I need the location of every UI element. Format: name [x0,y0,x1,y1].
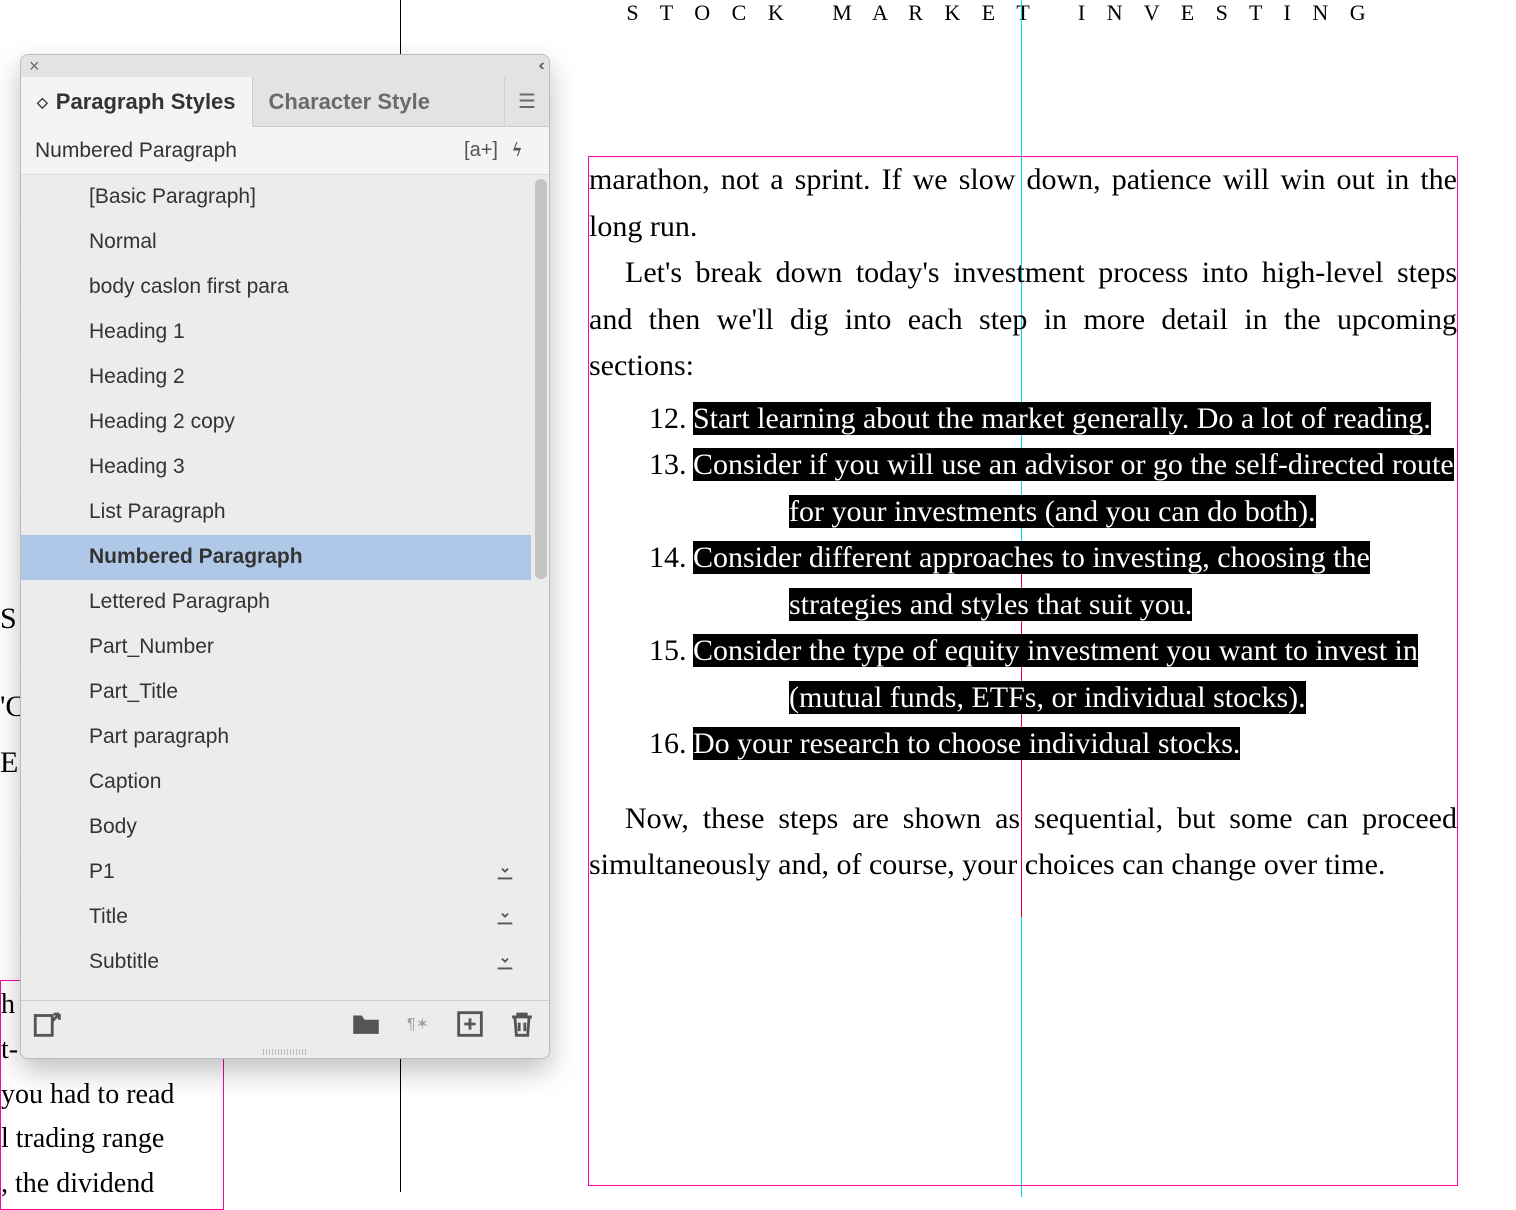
style-name: Heading 3 [89,455,519,479]
download-icon[interactable] [491,861,519,883]
current-style-readout: Numbered Paragraph [a+] ϟ [21,127,549,175]
style-name: Lettered Paragraph [89,590,519,614]
style-row[interactable]: List Paragraph [21,490,531,535]
style-row[interactable]: P1 [21,850,531,895]
style-row[interactable]: body caslon first para [21,265,531,310]
body-paragraph[interactable]: Let's break down today's investment proc… [589,250,1457,390]
panel-footer: ¶✶ [21,1000,549,1046]
tab-character-styles[interactable]: Character Style [253,77,505,126]
paragraph-styles-panel: × ‹‹ ◇ Paragraph Styles Character Style … [20,54,550,1059]
numbered-item[interactable]: 15.Consider the type of equity investmen… [589,628,1457,721]
style-name: Heading 1 [89,320,519,344]
numbered-item[interactable]: 14.Consider different approaches to inve… [589,535,1457,628]
numbered-item[interactable]: 16.Do your research to choose individual… [589,721,1457,768]
item-text[interactable]: Do your research to choose individual st… [789,721,1457,768]
style-name: P1 [89,860,491,884]
new-style-icon[interactable] [453,1009,487,1039]
clear-overrides-footer-icon[interactable]: ¶✶ [401,1009,435,1039]
panel-menu-icon[interactable]: ☰ [505,77,549,126]
body-paragraph[interactable]: marathon, not a sprint. If we slow down,… [589,157,1457,250]
tab-label: Paragraph Styles [56,89,236,115]
style-name: Part_Number [89,635,519,659]
numbered-item[interactable]: 12.Start learning about the market gener… [589,396,1457,443]
style-row[interactable]: Title [21,895,531,940]
style-name: Body [89,815,519,839]
style-row[interactable]: Part paragraph [21,715,531,760]
style-name: body caslon first para [89,275,519,299]
map-styles-icon[interactable] [31,1009,65,1039]
style-name: [Basic Paragraph] [89,185,519,209]
style-name: Part paragraph [89,725,519,749]
close-icon[interactable]: × [29,56,40,77]
style-name: Heading 2 [89,365,519,389]
item-text[interactable]: Consider the type of equity investment y… [789,628,1457,721]
style-row[interactable]: Heading 2 [21,355,531,400]
style-list: [Basic Paragraph] Normal body caslon first… [21,175,549,1000]
updown-icon: ◇ [37,98,48,106]
panel-titlebar[interactable]: × ‹‹ [21,55,549,77]
text-frame[interactable]: marathon, not a sprint. If we slow down,… [588,156,1458,1186]
folder-icon[interactable] [349,1009,383,1039]
style-name: Subtitle [89,950,491,974]
scrollbar-thumb[interactable] [535,179,547,579]
resize-grip[interactable] [21,1046,549,1058]
collapse-icon[interactable]: ‹‹ [538,57,541,75]
style-name: Numbered Paragraph [89,545,519,569]
clear-overrides-icon[interactable]: [a+] [463,139,499,162]
style-row[interactable]: [Basic Paragraph] [21,175,531,220]
item-text[interactable]: Consider different approaches to investi… [789,535,1457,628]
style-name: Normal [89,230,519,254]
tab-label: Character Style [269,89,430,115]
numbered-list[interactable]: 12.Start learning about the market gener… [589,396,1457,768]
numbered-item[interactable]: 13.Consider if you will use an advisor o… [589,442,1457,535]
item-text[interactable]: Consider if you will use an advisor or g… [789,442,1457,535]
style-row[interactable]: Normal [21,220,531,265]
item-text[interactable]: Start learning about the market generall… [789,396,1457,443]
trash-icon[interactable] [505,1009,539,1039]
style-row[interactable]: Subtitle [21,940,531,985]
download-icon[interactable] [491,906,519,928]
tab-paragraph-styles[interactable]: ◇ Paragraph Styles [21,77,253,127]
style-name: Heading 2 copy [89,410,519,434]
style-row[interactable]: Lettered Paragraph [21,580,531,625]
style-row[interactable]: Numbered Paragraph [21,535,531,580]
style-row[interactable]: Heading 3 [21,445,531,490]
body-paragraph[interactable]: Now, these steps are shown as sequential… [589,796,1457,889]
style-row[interactable]: Part_Title [21,670,531,715]
style-row[interactable]: Heading 1 [21,310,531,355]
quick-apply-icon[interactable]: ϟ [499,139,535,162]
style-name: List Paragraph [89,500,519,524]
style-row[interactable]: Caption [21,760,531,805]
style-row[interactable]: Body [21,805,531,850]
style-row[interactable]: Heading 2 copy [21,400,531,445]
style-name: Part_Title [89,680,519,704]
current-style-name: Numbered Paragraph [35,139,463,163]
style-name: Caption [89,770,519,794]
download-icon[interactable] [491,951,519,973]
running-header: S T O C K M A R K E T I N V E S T I N G [600,0,1400,26]
style-row[interactable]: Part_Number [21,625,531,670]
style-name: Title [89,905,491,929]
